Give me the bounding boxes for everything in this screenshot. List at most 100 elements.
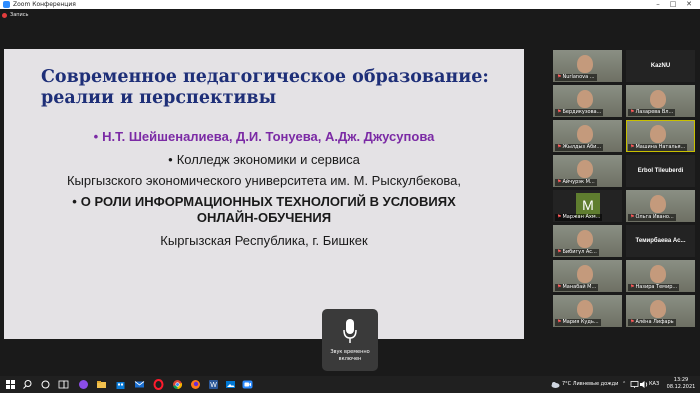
bullet-icon: • <box>72 194 77 209</box>
participant-tile[interactable]: ⚑Мария Кудь... <box>553 295 622 327</box>
participant-tile[interactable]: ⚑Айчурэк М... <box>553 155 622 187</box>
slide-topic-text: О РОЛИ ИНФОРМАЦИОННЫХ ТЕХНОЛОГИЙ В УСЛОВ… <box>80 194 456 209</box>
participant-name-text: Ольга Ивано... <box>635 214 674 220</box>
participant-tile[interactable]: M ⚑Маржан Ахм... <box>553 190 622 222</box>
participant-name-text: KazNU <box>650 63 671 69</box>
chrome-icon[interactable] <box>172 379 183 390</box>
participant-name-text: Назира Темир... <box>635 284 678 290</box>
mail-icon[interactable] <box>134 379 145 390</box>
windows-start-icon[interactable] <box>5 379 16 390</box>
participant-face <box>650 125 666 143</box>
participant-tile[interactable]: ⚑Манабай М... <box>553 260 622 292</box>
slide-title-line-2: реалии и перспективы <box>41 88 277 108</box>
minimize-button[interactable]: – <box>652 0 664 9</box>
participant-face <box>650 195 666 213</box>
photos-icon[interactable] <box>225 379 236 390</box>
maximize-button[interactable]: □ <box>667 0 679 9</box>
audio-notice[interactable]: Звук временно включен <box>322 309 378 371</box>
input-language[interactable]: КАЗ <box>649 376 659 393</box>
participant-face <box>577 265 593 283</box>
muted-mic-icon: ⚑ <box>630 144 635 150</box>
participant-face <box>577 230 593 248</box>
participant-name: ⚑Манабай М... <box>555 284 599 291</box>
opera-icon[interactable] <box>153 379 164 390</box>
participant-face <box>577 160 593 178</box>
participant-tile[interactable]: ⚑Назира Темир... <box>626 260 695 292</box>
participant-name-text: Жылдыз Аби... <box>562 144 602 150</box>
muted-mic-icon: ⚑ <box>630 284 635 290</box>
slide-title-line-1: Современное педагогическое образование: <box>41 67 489 87</box>
clock-date: 08.12.2021 <box>666 384 696 390</box>
participant-face <box>650 265 666 283</box>
file-explorer-icon[interactable] <box>96 379 107 390</box>
participant-face <box>577 90 593 108</box>
muted-mic-icon: ⚑ <box>557 74 562 80</box>
zoom-logo-icon <box>3 1 10 8</box>
participant-tile[interactable]: ⚑Алёна Лифарь <box>626 295 695 327</box>
word-icon[interactable]: W <box>208 379 219 390</box>
audio-notice-line-2: включен <box>338 356 362 362</box>
task-view-icon[interactable] <box>58 379 69 390</box>
participant-tile-active[interactable]: ⚑Машина Наталья... <box>626 120 695 152</box>
muted-mic-icon: ⚑ <box>630 109 635 115</box>
participant-name-text: Nurlanova ... <box>562 74 595 80</box>
participant-tile[interactable]: ⚑Ольга Ивано... <box>626 190 695 222</box>
slide-title: Современное педагогическое образование: … <box>41 67 511 109</box>
participant-name: ⚑Nurlanova ... <box>555 74 597 81</box>
participant-name-text: Машина Наталья... <box>635 144 686 150</box>
participant-name-text: Айчурэк М... <box>562 179 595 185</box>
weather-text[interactable]: 7°C Ливневые дожди <box>562 376 618 393</box>
participant-name-text: Темирбаева Ас... <box>635 238 686 244</box>
muted-mic-icon: ⚑ <box>557 179 562 185</box>
tray-chevron-icon[interactable]: ⌃ <box>622 376 626 393</box>
participant-tile[interactable]: ⚑Жылдыз Аби... <box>553 120 622 152</box>
participant-tile[interactable]: KazNU <box>626 50 695 82</box>
weather-cloud-icon[interactable] <box>550 379 561 390</box>
participant-name-text: Мария Кудь... <box>562 319 599 325</box>
title-bar: Zoom Конференция – □ ✕ <box>0 0 700 9</box>
participant-name-text: Лазарева Вл... <box>635 109 674 115</box>
audio-notice-text: Звук временно включен <box>322 349 378 363</box>
slide-authors: • Н.Т. Шейшеналиева, Д.И. Тонуева, А.Дж. … <box>4 129 524 145</box>
participant-name: ⚑Бибигүл Ас... <box>555 249 599 256</box>
recording-indicator[interactable]: Запись <box>2 11 28 19</box>
slide-topic-line-1: • О РОЛИ ИНФОРМАЦИОННЫХ ТЕХНОЛОГИЙ В УСЛО… <box>4 194 524 210</box>
store-icon[interactable] <box>115 379 126 390</box>
volume-icon[interactable] <box>638 379 649 390</box>
muted-mic-icon: ⚑ <box>557 214 562 220</box>
participant-name: ⚑Назира Темир... <box>628 284 680 291</box>
slide-location: Кыргызская Республика, г. Бишкек <box>160 233 368 248</box>
participant-tile[interactable]: Erbol Tileuberdi <box>626 155 695 187</box>
participant-name-text: Маржан Ахм... <box>562 214 601 220</box>
participant-name-text: Бердикузова... <box>562 109 602 115</box>
participant-name: ⚑Маржан Ахм... <box>555 214 603 221</box>
muted-mic-icon: ⚑ <box>557 109 562 115</box>
muted-mic-icon: ⚑ <box>557 284 562 290</box>
shared-slide: Современное педагогическое образование: … <box>4 49 524 339</box>
clock-time: 13:29 <box>673 377 689 383</box>
participant-tile[interactable]: Темирбаева Ас... <box>626 225 695 257</box>
zoom-app-icon[interactable] <box>242 379 253 390</box>
bullet-icon: • <box>93 129 99 144</box>
participant-name: ⚑Айчурэк М... <box>555 179 597 186</box>
participant-name-text: Алёна Лифарь <box>635 319 674 325</box>
participant-tile[interactable]: ⚑Бибигүл Ас... <box>553 225 622 257</box>
messenger-icon[interactable] <box>78 379 89 390</box>
taskbar-clock[interactable]: 13:29 08.12.2021 <box>664 377 698 391</box>
svg-text:W: W <box>210 382 217 389</box>
participant-tile[interactable]: ⚑Бердикузова... <box>553 85 622 117</box>
participant-name: ⚑Ольга Ивано... <box>628 214 676 221</box>
audio-notice-line-1: Звук временно <box>330 349 370 355</box>
participant-name-text: Манабай М... <box>562 284 597 290</box>
firefox-icon[interactable] <box>190 379 201 390</box>
cortana-icon[interactable] <box>40 379 51 390</box>
participant-face <box>577 55 593 73</box>
participant-name: ⚑Жылдыз Аби... <box>555 144 604 151</box>
participant-tile[interactable]: ⚑Лазарева Вл... <box>626 85 695 117</box>
participant-tile[interactable]: ⚑Nurlanova ... <box>553 50 622 82</box>
participant-name: ⚑Бердикузова... <box>555 109 604 116</box>
close-button[interactable]: ✕ <box>683 0 695 9</box>
muted-mic-icon: ⚑ <box>557 249 562 255</box>
search-icon[interactable] <box>22 379 33 390</box>
record-dot-icon <box>2 12 7 18</box>
